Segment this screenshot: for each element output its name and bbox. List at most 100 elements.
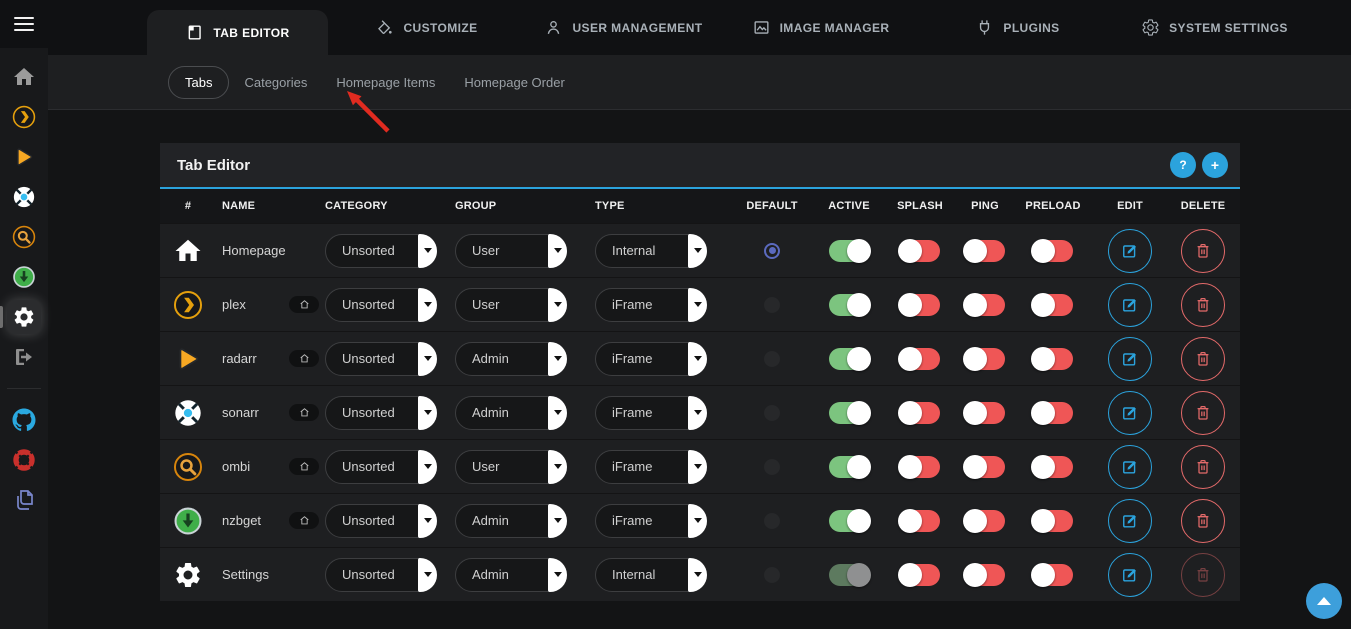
help-button[interactable]: ? — [1170, 152, 1196, 178]
dropdown-caret-icon — [548, 396, 567, 430]
preload-toggle[interactable] — [1033, 348, 1073, 370]
group-select[interactable]: Admin — [455, 342, 567, 376]
active-toggle[interactable] — [829, 510, 869, 532]
delete-button[interactable] — [1181, 283, 1225, 327]
splash-toggle[interactable] — [900, 294, 940, 316]
splash-toggle[interactable] — [900, 510, 940, 532]
category-select[interactable]: Unsorted — [325, 288, 437, 322]
group-select[interactable]: User — [455, 234, 567, 268]
category-select[interactable]: Unsorted — [325, 396, 437, 430]
group-select[interactable]: User — [455, 288, 567, 322]
delete-button[interactable] — [1181, 391, 1225, 435]
preload-toggle[interactable] — [1033, 402, 1073, 424]
subtab-categories[interactable]: Categories — [244, 75, 307, 90]
group-select[interactable]: Admin — [455, 396, 567, 430]
category-select[interactable]: Unsorted — [325, 342, 437, 376]
preload-toggle[interactable] — [1033, 240, 1073, 262]
delete-button[interactable] — [1181, 499, 1225, 543]
subtab-homepage-items[interactable]: Homepage Items — [336, 75, 435, 90]
sidebar-item-github[interactable] — [7, 403, 41, 437]
edit-button[interactable] — [1108, 337, 1152, 381]
ping-toggle[interactable] — [965, 402, 1005, 424]
type-select[interactable]: Internal — [595, 558, 707, 592]
sidebar-item-settings[interactable] — [7, 300, 41, 334]
edit-button[interactable] — [1108, 283, 1152, 327]
type-select[interactable]: Internal — [595, 234, 707, 268]
type-select[interactable]: iFrame — [595, 396, 707, 430]
subtab-tabs[interactable]: Tabs — [168, 66, 229, 99]
category-select[interactable]: Unsorted — [325, 558, 437, 592]
top-tab-system-settings[interactable]: SYSTEM SETTINGS — [1116, 0, 1313, 55]
preload-toggle[interactable] — [1033, 564, 1073, 586]
splash-toggle[interactable] — [900, 240, 940, 262]
edit-button[interactable] — [1108, 499, 1152, 543]
active-toggle[interactable] — [829, 348, 869, 370]
sidebar-item-radarr[interactable] — [7, 140, 41, 174]
type-select[interactable]: iFrame — [595, 288, 707, 322]
sidebar-item-sonarr[interactable] — [7, 180, 41, 214]
category-select[interactable]: Unsorted — [325, 234, 437, 268]
preload-toggle[interactable] — [1033, 294, 1073, 316]
default-radio[interactable] — [764, 459, 780, 475]
splash-toggle[interactable] — [900, 348, 940, 370]
group-select[interactable]: Admin — [455, 504, 567, 538]
delete-button[interactable] — [1181, 337, 1225, 381]
preload-toggle[interactable] — [1033, 456, 1073, 478]
ping-toggle[interactable] — [965, 348, 1005, 370]
subtab-homepage-order[interactable]: Homepage Order — [464, 75, 564, 90]
category-select[interactable]: Unsorted — [325, 450, 437, 484]
default-radio[interactable] — [764, 297, 780, 313]
column-header-type: TYPE — [595, 200, 707, 212]
sidebar-item-ombi[interactable] — [7, 220, 41, 254]
add-tab-button[interactable]: + — [1202, 152, 1228, 178]
edit-button[interactable] — [1108, 553, 1152, 597]
delete-button[interactable] — [1181, 229, 1225, 273]
edit-button[interactable] — [1108, 391, 1152, 435]
ping-toggle[interactable] — [965, 294, 1005, 316]
splash-toggle[interactable] — [900, 402, 940, 424]
top-tab-plugins[interactable]: PLUGINS — [919, 0, 1116, 55]
active-toggle[interactable] — [829, 456, 869, 478]
group-select[interactable]: User — [455, 450, 567, 484]
type-select-value: iFrame — [596, 459, 652, 474]
active-toggle[interactable] — [829, 564, 869, 586]
default-radio[interactable] — [764, 513, 780, 529]
default-radio[interactable] — [764, 351, 780, 367]
type-select[interactable]: iFrame — [595, 450, 707, 484]
sidebar-item-plex[interactable] — [7, 100, 41, 134]
top-tab-customize[interactable]: CUSTOMIZE — [328, 0, 525, 55]
dropdown-caret-icon — [548, 342, 567, 376]
ping-toggle[interactable] — [965, 564, 1005, 586]
sidebar-item-home[interactable] — [7, 60, 41, 94]
edit-button[interactable] — [1108, 229, 1152, 273]
delete-button[interactable] — [1181, 445, 1225, 489]
group-select[interactable]: Admin — [455, 558, 567, 592]
top-tab-tab-editor[interactable]: TAB EDITOR — [147, 10, 328, 55]
type-select-value: Internal — [596, 243, 655, 258]
active-toggle[interactable] — [829, 402, 869, 424]
sidebar-item-nzbget[interactable] — [7, 260, 41, 294]
sidebar-item-logout[interactable] — [7, 340, 41, 374]
ping-toggle[interactable] — [965, 456, 1005, 478]
ping-toggle[interactable] — [965, 510, 1005, 532]
active-toggle[interactable] — [829, 240, 869, 262]
default-radio[interactable] — [764, 567, 780, 583]
sidebar-item-support[interactable] — [7, 443, 41, 477]
splash-toggle[interactable] — [900, 456, 940, 478]
top-tab-user-management[interactable]: USER MANAGEMENT — [525, 0, 722, 55]
category-select[interactable]: Unsorted — [325, 504, 437, 538]
ping-toggle[interactable] — [965, 240, 1005, 262]
sidebar-item-docs[interactable] — [7, 483, 41, 517]
top-tab-image-manager[interactable]: IMAGE MANAGER — [722, 0, 919, 55]
edit-icon — [1120, 403, 1140, 423]
preload-toggle[interactable] — [1033, 510, 1073, 532]
scroll-to-top-button[interactable] — [1306, 583, 1342, 619]
default-radio[interactable] — [764, 243, 780, 259]
active-toggle[interactable] — [829, 294, 869, 316]
splash-toggle[interactable] — [900, 564, 940, 586]
edit-button[interactable] — [1108, 445, 1152, 489]
default-radio[interactable] — [764, 405, 780, 421]
type-select[interactable]: iFrame — [595, 342, 707, 376]
type-select[interactable]: iFrame — [595, 504, 707, 538]
sidebar-menu-button[interactable] — [0, 0, 48, 48]
